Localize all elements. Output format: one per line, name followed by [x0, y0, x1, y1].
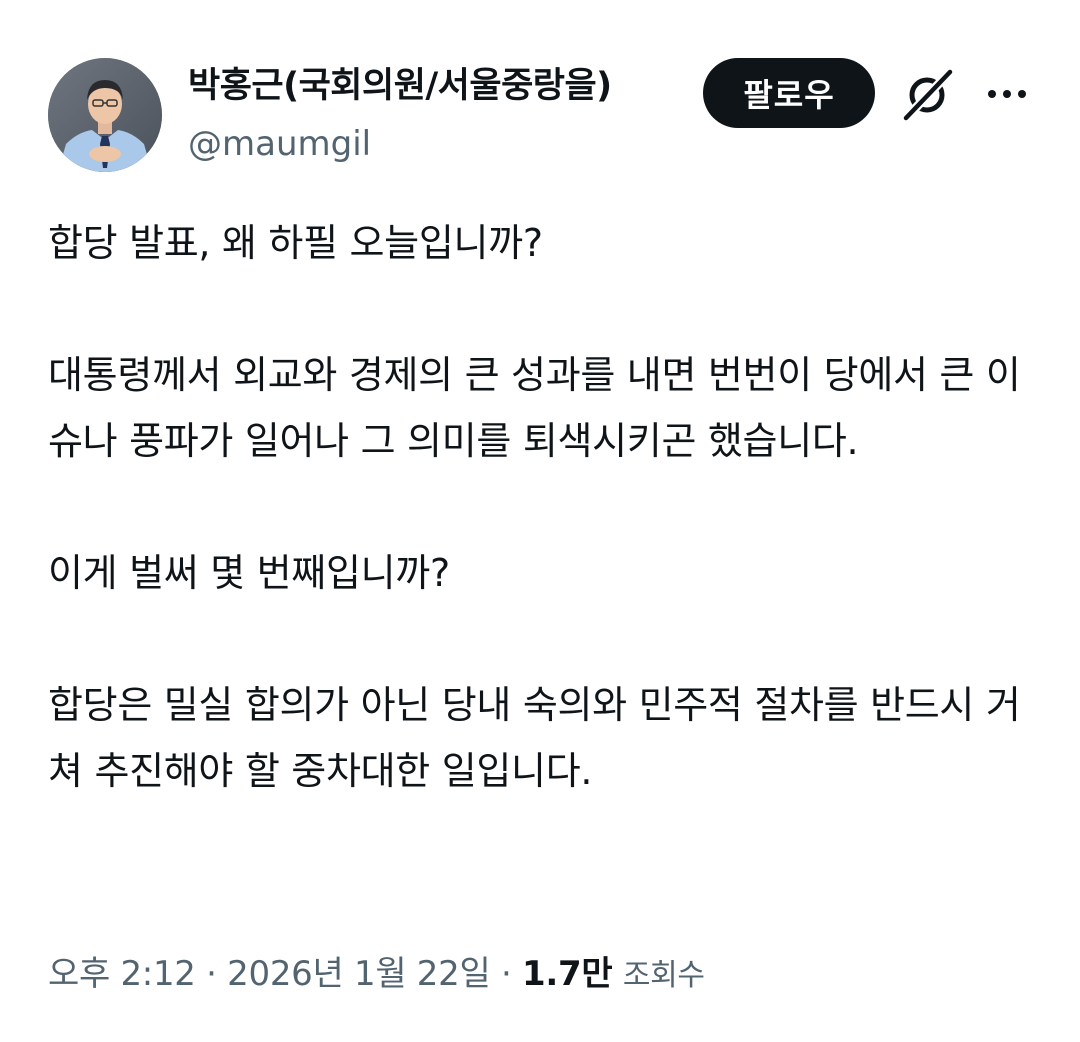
meta-separator: · — [500, 954, 512, 994]
meta-separator: · — [206, 954, 217, 994]
tweet-text: 합당 발표, 왜 하필 오늘입니까? 대통령께서 외교와 경제의 큰 성과를 내… — [48, 210, 1038, 804]
views-count: 1.7만 — [522, 954, 613, 994]
avatar-image — [48, 58, 162, 172]
tweet-meta: 오후 2:12 · 2026년 1월 22일 · 1.7만 조회수 — [48, 944, 705, 1006]
tweet-paragraph-3: 이게 벌써 몇 번째입니까? — [48, 551, 450, 595]
tweet-paragraph-4: 합당은 밀실 합의가 아닌 당내 숙의와 민주적 절차를 반드시 거쳐 추진해야… — [48, 683, 1021, 793]
tweet-header: 박홍근(국회의원/서울중랑을) @maumgil 팔로우 — [48, 56, 1038, 176]
author-display-name[interactable]: 박홍근(국회의원/서울중랑을) — [188, 62, 612, 110]
tweet-time[interactable]: 오후 2:12 — [48, 954, 196, 994]
tweet-paragraph-2: 대통령께서 외교와 경제의 큰 성과를 내면 번번이 당에서 큰 이슈나 풍파가… — [48, 353, 1021, 463]
views-label: 조회수 — [622, 958, 705, 993]
more-icon[interactable] — [984, 74, 1030, 114]
avatar[interactable] — [48, 58, 162, 172]
tweet-paragraph-1: 합당 발표, 왜 하필 오늘입니까? — [48, 221, 543, 265]
follow-button[interactable]: 팔로우 — [703, 58, 875, 128]
author-handle[interactable]: @maumgil — [188, 120, 612, 168]
author-names: 박홍근(국회의원/서울중랑을) @maumgil — [188, 62, 612, 168]
grok-icon[interactable] — [898, 64, 958, 124]
tweet-date[interactable]: 2026년 1월 22일 — [227, 954, 491, 994]
